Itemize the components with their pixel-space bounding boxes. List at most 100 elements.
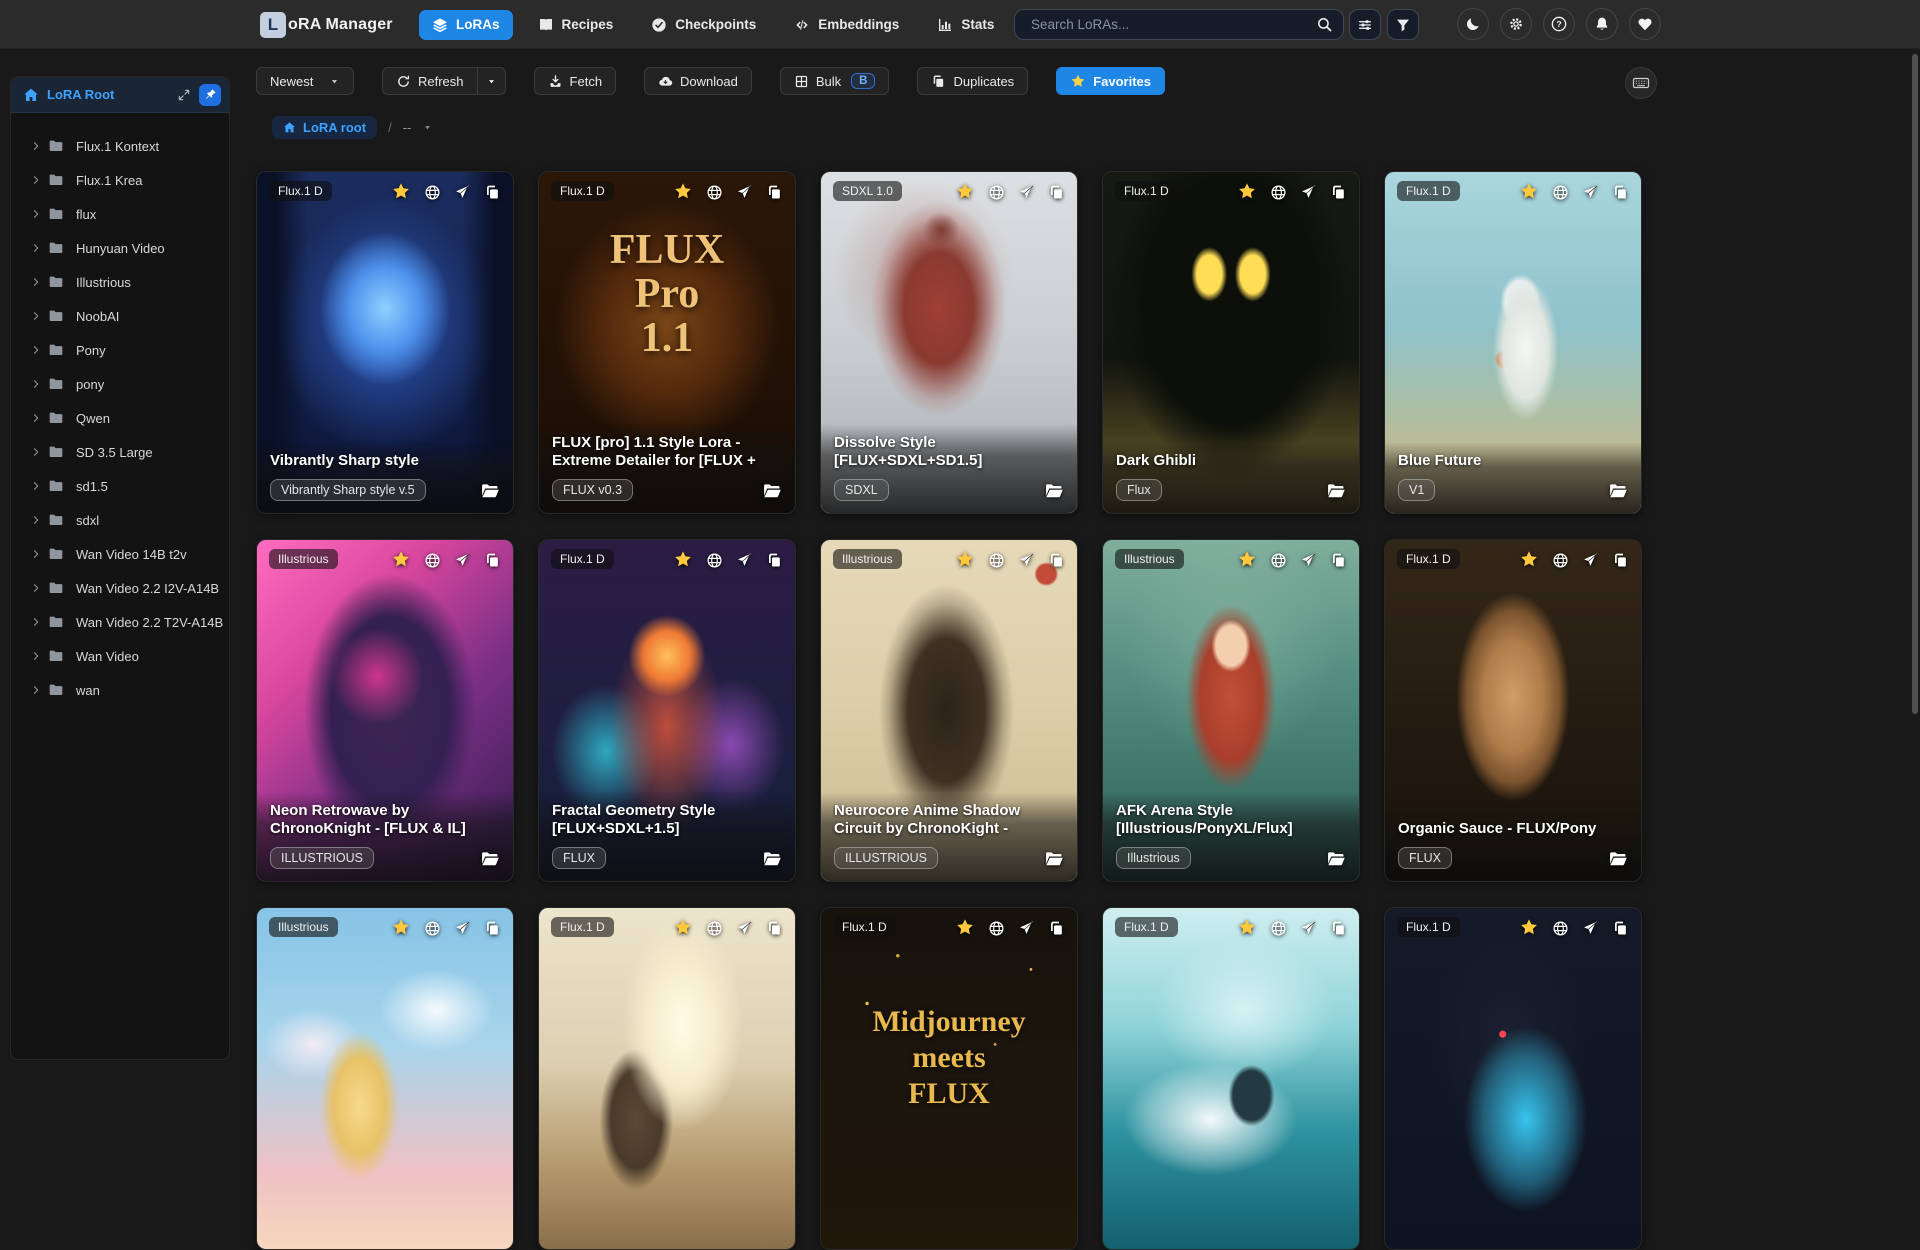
globe-icon[interactable] <box>706 552 723 569</box>
chevron-right-icon[interactable] <box>30 242 42 254</box>
lora-card[interactable]: Illustrious Neurocore Anime Shadow Circu… <box>820 539 1078 882</box>
sidebar-item-sd-3-5-large[interactable]: SD 3.5 Large <box>11 435 229 469</box>
globe-icon[interactable] <box>706 184 723 201</box>
send-icon[interactable] <box>1300 920 1317 937</box>
version-pill[interactable]: V1 <box>1398 479 1436 501</box>
open-folder-icon[interactable] <box>762 481 782 501</box>
globe-icon[interactable] <box>424 552 441 569</box>
refresh-options-button[interactable] <box>477 67 506 95</box>
lora-card[interactable]: FLUX Pro 1.1 Flux.1 D FLUX [pro] 1.1 Sty… <box>538 171 796 514</box>
search-icon[interactable] <box>1316 16 1333 33</box>
chevron-right-icon[interactable] <box>30 378 42 390</box>
sidebar-item-wan[interactable]: wan <box>11 673 229 707</box>
copy-icon[interactable] <box>1048 184 1065 201</box>
copy-icon[interactable] <box>1612 552 1629 569</box>
globe-icon[interactable] <box>1552 552 1569 569</box>
sidebar-item-flux-1-kontext[interactable]: Flux.1 Kontext <box>11 129 229 163</box>
favorite-star-icon[interactable] <box>955 917 975 937</box>
favorite-star-icon[interactable] <box>1519 181 1539 201</box>
favorites-filter-button[interactable]: Favorites <box>1056 67 1165 95</box>
open-folder-icon[interactable] <box>480 849 500 869</box>
filter-funnel-button[interactable] <box>1387 9 1419 40</box>
lora-card[interactable]: Flux.1 D Blue Future V1 <box>1384 171 1642 514</box>
theme-toggle-button[interactable] <box>1457 8 1489 40</box>
globe-icon[interactable] <box>1552 920 1569 937</box>
send-icon[interactable] <box>1018 920 1035 937</box>
open-folder-icon[interactable] <box>1608 481 1628 501</box>
globe-icon[interactable] <box>424 920 441 937</box>
lora-card[interactable]: Midjourney meets FLUX Flux.1 D <box>820 907 1078 1250</box>
favorite-star-icon[interactable] <box>955 549 975 569</box>
chevron-right-icon[interactable] <box>30 684 42 696</box>
fetch-button[interactable]: Fetch <box>533 67 617 95</box>
globe-icon[interactable] <box>1270 552 1287 569</box>
lora-card[interactable]: Flux.1 D <box>1102 907 1360 1250</box>
chevron-right-icon[interactable] <box>30 650 42 662</box>
sidebar-item-wan-video[interactable]: Wan Video <box>11 639 229 673</box>
send-icon[interactable] <box>736 552 753 569</box>
sidebar-item-flux[interactable]: flux <box>11 197 229 231</box>
globe-icon[interactable] <box>988 552 1005 569</box>
favorite-star-icon[interactable] <box>673 181 693 201</box>
favorite-star-icon[interactable] <box>391 181 411 201</box>
lora-card[interactable]: Illustrious AFK Arena Style [Illustrious… <box>1102 539 1360 882</box>
chevron-right-icon[interactable] <box>30 446 42 458</box>
open-folder-icon[interactable] <box>1608 849 1628 869</box>
copy-icon[interactable] <box>484 920 501 937</box>
favorite-star-icon[interactable] <box>1519 917 1539 937</box>
refresh-button[interactable]: Refresh <box>382 67 478 95</box>
sidebar-item-wan-video-14b-t2v[interactable]: Wan Video 14B t2v <box>11 537 229 571</box>
send-icon[interactable] <box>1582 552 1599 569</box>
help-button[interactable] <box>1543 8 1575 40</box>
tab-checkpoints[interactable]: Checkpoints <box>638 10 769 40</box>
chevron-right-icon[interactable] <box>30 412 42 424</box>
support-button[interactable] <box>1629 8 1661 40</box>
favorite-star-icon[interactable] <box>673 917 693 937</box>
download-button[interactable]: Download <box>644 67 752 95</box>
open-folder-icon[interactable] <box>1044 849 1064 869</box>
send-icon[interactable] <box>1018 184 1035 201</box>
keyboard-shortcuts-button[interactable] <box>1625 67 1657 99</box>
pin-sidebar-button[interactable] <box>199 83 221 106</box>
chevron-right-icon[interactable] <box>30 616 42 628</box>
sidebar-item-pony[interactable]: pony <box>11 367 229 401</box>
lora-card[interactable]: Flux.1 D Dark Ghibli Flux <box>1102 171 1360 514</box>
copy-icon[interactable] <box>484 184 501 201</box>
favorite-star-icon[interactable] <box>391 549 411 569</box>
sidebar-item-flux-1-krea[interactable]: Flux.1 Krea <box>11 163 229 197</box>
copy-icon[interactable] <box>1612 920 1629 937</box>
lora-card[interactable]: Flux.1 D <box>1384 907 1642 1250</box>
copy-icon[interactable] <box>1048 552 1065 569</box>
copy-icon[interactable] <box>766 184 783 201</box>
send-icon[interactable] <box>736 920 753 937</box>
copy-icon[interactable] <box>1048 920 1065 937</box>
sidebar-item-qwen[interactable]: Qwen <box>11 401 229 435</box>
lora-card[interactable]: Flux.1 D Fractal Geometry Style [FLUX+SD… <box>538 539 796 882</box>
version-pill[interactable]: SDXL <box>834 479 889 501</box>
copy-icon[interactable] <box>1330 552 1347 569</box>
sidebar-item-wan-video-2-2-t2v-a14b[interactable]: Wan Video 2.2 T2V-A14B <box>11 605 229 639</box>
copy-icon[interactable] <box>766 920 783 937</box>
lora-card[interactable]: Illustrious <box>256 907 514 1250</box>
globe-icon[interactable] <box>1270 184 1287 201</box>
send-icon[interactable] <box>736 184 753 201</box>
send-icon[interactable] <box>454 184 471 201</box>
chevron-right-icon[interactable] <box>30 276 42 288</box>
lora-card[interactable]: SDXL 1.0 Dissolve Style [FLUX+SDXL+SD1.5… <box>820 171 1078 514</box>
open-folder-icon[interactable] <box>1326 481 1346 501</box>
send-icon[interactable] <box>1582 184 1599 201</box>
send-icon[interactable] <box>1582 920 1599 937</box>
sidebar-item-pony[interactable]: Pony <box>11 333 229 367</box>
open-folder-icon[interactable] <box>1044 481 1064 501</box>
globe-icon[interactable] <box>1552 184 1569 201</box>
version-pill[interactable]: FLUX <box>552 847 606 869</box>
sidebar-item-noobai[interactable]: NoobAI <box>11 299 229 333</box>
sidebar-item-sdxl[interactable]: sdxl <box>11 503 229 537</box>
send-icon[interactable] <box>1300 552 1317 569</box>
breadcrumb-caret-icon[interactable] <box>422 122 433 133</box>
tab-stats[interactable]: Stats <box>924 10 1007 40</box>
lora-card[interactable]: Flux.1 D Organic Sauce - FLUX/Pony FLUX <box>1384 539 1642 882</box>
copy-icon[interactable] <box>766 552 783 569</box>
bulk-button[interactable]: Bulk B <box>779 67 890 95</box>
chevron-right-icon[interactable] <box>30 174 42 186</box>
